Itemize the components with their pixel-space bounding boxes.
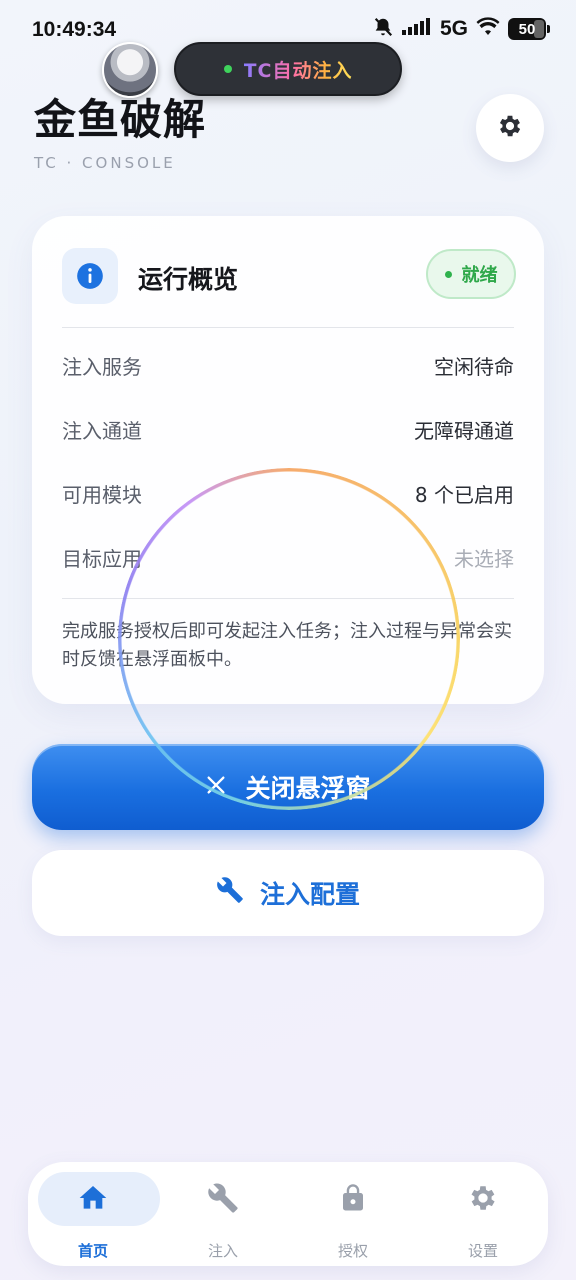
nav-label: 设置 (467, 1242, 498, 1260)
inject-config-button[interactable]: 注入配置 (32, 850, 544, 936)
overview-card: 运行概览 就绪 注入服务 空闲待命 注入通道 无障碍通道 可用模块 8 个已启用… (32, 216, 544, 704)
row-label: 注入通道 (62, 418, 142, 443)
card-note: 完成服务授权后即可发起注入任务；注入过程与异常会实时反馈在悬浮面板中。 (62, 621, 512, 670)
status-badge-label: 就绪 (461, 265, 498, 286)
nav-item-settings[interactable]: 设置 (418, 1162, 548, 1266)
status-time: 10:49:34 (32, 18, 117, 41)
page-title: 金鱼破解 (34, 95, 207, 144)
settings-button[interactable] (476, 94, 544, 162)
row-label: 目标应用 (62, 546, 142, 571)
floating-inject-pill[interactable]: TC自动注入 (174, 42, 402, 96)
nav-label: 授权 (337, 1242, 368, 1260)
nav-label: 首页 (77, 1242, 108, 1260)
info-row-service: 注入服务 空闲待命 (62, 345, 514, 385)
card-title: 运行概览 (138, 265, 239, 294)
nav-item-home[interactable]: 首页 (28, 1162, 160, 1266)
row-label: 注入服务 (62, 354, 142, 379)
wifi-icon (476, 17, 500, 41)
network-type: 5G (439, 17, 468, 40)
battery-icon: 50 (508, 18, 550, 40)
status-dot (444, 270, 452, 278)
bottom-nav: 首页 注入 授权 设置 (28, 1162, 548, 1266)
status-dot (223, 65, 232, 73)
row-value: 未选择 (454, 546, 514, 571)
info-icon (62, 248, 118, 304)
silent-bell-icon (372, 16, 394, 42)
info-row-target-app[interactable]: 目标应用 未选择 (62, 537, 514, 577)
row-value: 8 个已启用 (414, 482, 514, 507)
row-value: 无障碍通道 (414, 418, 514, 443)
status-icons: 5G 50 (372, 16, 550, 42)
divider (62, 327, 514, 328)
gear-icon (496, 112, 524, 144)
info-row-channel: 注入通道 无障碍通道 (62, 409, 514, 449)
gear-icon (418, 1182, 548, 1218)
wrench-icon (216, 876, 244, 910)
info-row-modules: 可用模块 8 个已启用 (62, 473, 514, 513)
home-icon (28, 1182, 158, 1218)
battery-level: 50 (518, 20, 536, 38)
floating-pill-label: TC自动注入 (244, 56, 353, 83)
signal-icon (401, 17, 432, 41)
row-label: 可用模块 (62, 482, 142, 507)
close-icon (205, 773, 227, 802)
page-subtitle: TC · CONSOLE (34, 154, 176, 172)
inject-config-label: 注入配置 (259, 880, 360, 909)
wrench-icon (158, 1182, 288, 1218)
status-badge: 就绪 (426, 249, 516, 299)
nav-label: 注入 (207, 1242, 238, 1260)
row-value: 空闲待命 (434, 354, 514, 379)
nav-item-inject[interactable]: 注入 (158, 1162, 288, 1266)
nav-item-auth[interactable]: 授权 (288, 1162, 418, 1266)
divider (62, 598, 514, 599)
close-overlay-button[interactable]: 关闭悬浮窗 (32, 744, 544, 830)
lock-icon (288, 1182, 418, 1218)
close-overlay-label: 关闭悬浮窗 (245, 774, 371, 803)
